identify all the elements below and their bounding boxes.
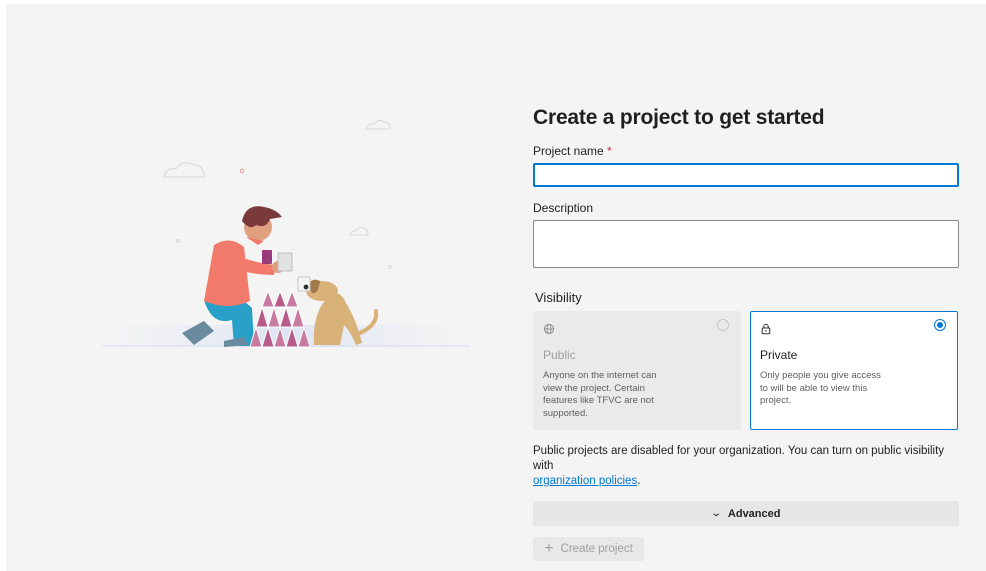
project-name-label: Project name * xyxy=(533,144,959,158)
lock-icon xyxy=(761,323,771,335)
advanced-label: Advanced xyxy=(727,507,781,520)
private-radio[interactable] xyxy=(934,319,946,331)
visibility-options: Public Anyone on the internet can view t… xyxy=(533,311,959,430)
public-title: Public xyxy=(543,348,576,362)
private-title: Private xyxy=(760,348,798,362)
visibility-label: Visibility xyxy=(535,290,582,305)
create-project-form: Create a project to get started Project … xyxy=(533,100,959,526)
plus-icon: + xyxy=(544,540,554,557)
visibility-public-card[interactable]: Public Anyone on the internet can view t… xyxy=(533,311,741,430)
private-description: Only people you give access to will be a… xyxy=(760,370,881,406)
public-disabled-notice: Public projects are disabled for your or… xyxy=(533,444,959,489)
notice-suffix: . xyxy=(637,475,641,487)
visibility-private-card[interactable]: Private Only people you give access to w… xyxy=(750,311,958,430)
public-radio[interactable] xyxy=(717,319,729,331)
project-name-input[interactable] xyxy=(533,163,959,187)
chevron-down-icon: ⌄ xyxy=(709,508,722,519)
globe-icon xyxy=(543,323,555,335)
page-title: Create a project to get started xyxy=(533,106,825,129)
notice-text: Public projects are disabled for your or… xyxy=(533,445,945,472)
create-project-button[interactable]: + Create project xyxy=(533,537,644,561)
create-project-label: Create project xyxy=(560,543,633,555)
organization-policies-link[interactable]: organization policies xyxy=(533,475,637,487)
card-house-illustration xyxy=(102,119,470,348)
description-input[interactable] xyxy=(533,220,959,268)
project-name-label-text: Project name xyxy=(533,144,604,158)
public-description: Anyone on the internet can view the proj… xyxy=(543,370,657,419)
description-label: Description xyxy=(533,201,594,215)
advanced-toggle[interactable]: ⌄ Advanced xyxy=(533,501,959,526)
required-marker: * xyxy=(607,144,612,158)
